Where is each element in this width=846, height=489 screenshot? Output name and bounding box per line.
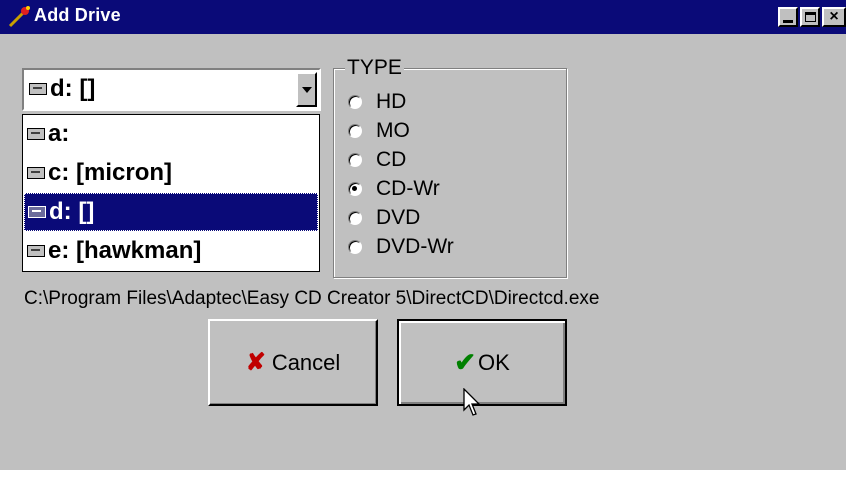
maximize-button[interactable] (800, 7, 820, 27)
radio-label: DVD-Wr (376, 235, 454, 258)
radio-hd[interactable]: HD (348, 89, 406, 115)
cancel-button[interactable]: ✘ Cancel (208, 319, 378, 406)
drive-select-value: d: [] (26, 75, 95, 103)
radio-button-checked[interactable] (348, 182, 362, 196)
checkmark-icon: ✔ (454, 347, 476, 377)
radio-button[interactable] (348, 95, 362, 109)
minimize-button[interactable] (778, 7, 798, 27)
drive-list-item-d[interactable]: d: [] (24, 193, 318, 231)
drive-dropdown-list[interactable]: a: c: [micron] d: [] e: [hawkman] (22, 114, 320, 272)
dropdown-arrow-button[interactable] (296, 72, 317, 107)
ok-button-label: OK (478, 349, 510, 375)
radio-cd-wr[interactable]: CD-Wr (348, 176, 440, 202)
radio-label: HD (376, 90, 407, 113)
drive-select-label: d: [] (50, 75, 96, 102)
window-title: Add Drive (34, 5, 121, 25)
radio-dvd-wr[interactable]: DVD-Wr (348, 234, 454, 260)
close-button[interactable]: × (822, 7, 846, 27)
ok-button[interactable]: ✔ OK (397, 319, 567, 406)
title-bar[interactable]: Add Drive × (0, 0, 846, 34)
executable-path: C:\Program Files\Adaptec\Easy CD Creator… (24, 288, 600, 309)
x-icon: ✘ (245, 349, 266, 376)
drive-list-item-label: c: [micron] (48, 159, 173, 186)
drive-list-item-c[interactable]: c: [micron] (24, 154, 318, 192)
drive-icon (27, 128, 45, 140)
cancel-button-label: Cancel (271, 349, 341, 375)
radio-label: DVD (376, 206, 421, 229)
radio-button[interactable] (348, 211, 362, 225)
drive-icon (27, 245, 45, 257)
radio-label: MO (376, 119, 410, 142)
radio-button[interactable] (348, 240, 362, 254)
drive-list-item-e[interactable]: e: [hawkman] (24, 232, 318, 270)
mouse-cursor-icon (463, 388, 481, 416)
drive-list-item-label: a: (48, 120, 70, 147)
drive-select[interactable]: d: [] (22, 68, 321, 111)
drive-list-item-label: d: [] (49, 198, 95, 225)
drive-icon (29, 83, 47, 95)
add-drive-window: Add Drive × d: [] a: c: [micron] d: [] e… (0, 0, 846, 470)
radio-label: CD-Wr (376, 177, 440, 200)
drive-list-item-label: e: [hawkman] (48, 237, 202, 264)
type-groupbox: TYPE HD MO CD CD-Wr DVD DVD-Wr (333, 56, 567, 278)
drive-icon (27, 167, 45, 179)
drive-icon (28, 206, 46, 218)
radio-button[interactable] (348, 124, 362, 138)
close-icon: × (829, 8, 839, 25)
minimize-icon (783, 19, 793, 23)
radio-cd[interactable]: CD (348, 147, 406, 173)
radio-mo[interactable]: MO (348, 118, 410, 144)
app-icon (8, 6, 30, 28)
maximize-icon (804, 12, 816, 22)
radio-label: CD (376, 148, 407, 171)
drive-list-item-a[interactable]: a: (24, 115, 318, 153)
radio-dvd[interactable]: DVD (348, 205, 420, 231)
type-group-label: TYPE (345, 56, 404, 80)
radio-button[interactable] (348, 153, 362, 167)
